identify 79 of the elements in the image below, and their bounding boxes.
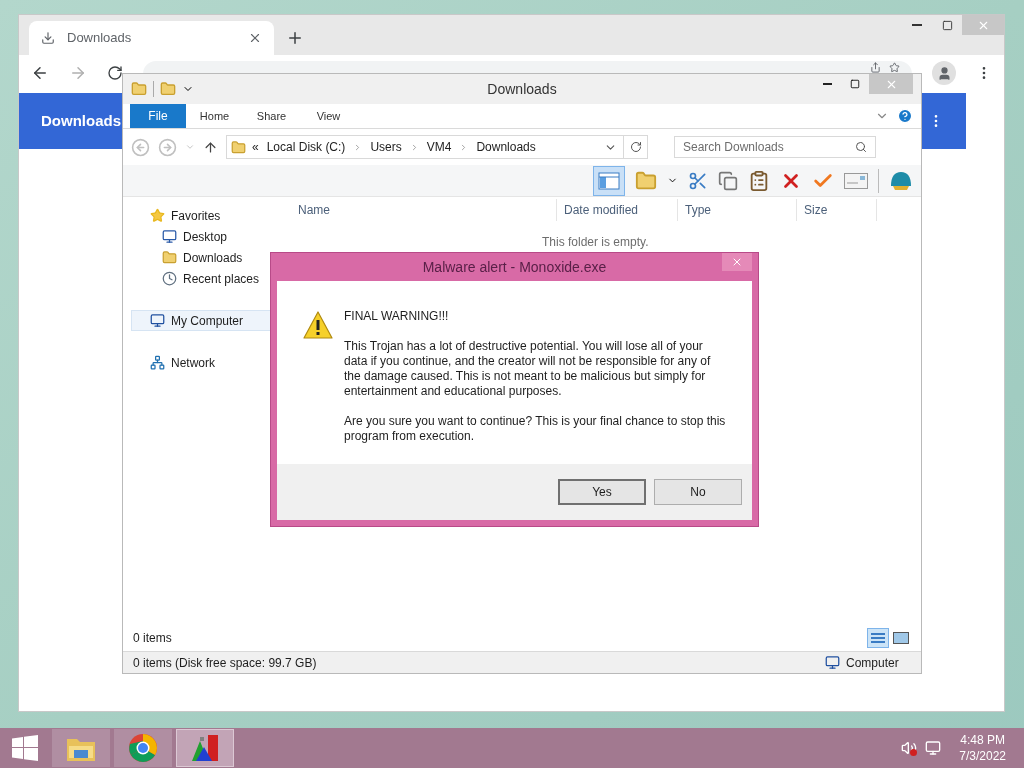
column-header[interactable]: Size [797, 199, 877, 221]
back-icon[interactable] [31, 64, 49, 82]
new-tab-icon[interactable] [286, 29, 304, 47]
chrome-icon [128, 733, 158, 763]
network-icon[interactable] [925, 740, 942, 756]
volume-muted-icon[interactable] [901, 740, 918, 756]
folder-icon[interactable] [160, 81, 176, 97]
dialog-button[interactable]: No [654, 479, 742, 505]
clipboard-icon[interactable] [748, 169, 770, 192]
warning-icon [303, 311, 333, 339]
pane-icon[interactable] [593, 165, 625, 196]
dialog-title: Malware alert - Monoxide.exe [422, 257, 607, 277]
warning-message: Are you sure you want to continue? This is your final chance to stop this program from execution. [344, 414, 727, 444]
nav-item[interactable]: Desktop [131, 226, 291, 247]
search-field[interactable]: Search Downloads [674, 136, 876, 158]
folder-icon[interactable] [131, 81, 147, 97]
thumbnail-view-icon[interactable] [893, 632, 909, 644]
star-icon [150, 208, 165, 223]
column-header[interactable]: Type [678, 199, 797, 221]
close-icon[interactable] [248, 31, 262, 45]
page-title: Downloads [41, 110, 121, 131]
app-icon [190, 733, 220, 763]
star-icon[interactable] [889, 62, 900, 73]
ribbon-tab[interactable]: Home [186, 104, 243, 128]
forward-icon[interactable] [69, 64, 87, 82]
breadcrumb[interactable]: Downloads [476, 138, 536, 156]
folder-icon[interactable] [635, 169, 657, 192]
window-title: Downloads [487, 79, 557, 99]
location-text: Computer [846, 654, 900, 672]
column-header[interactable]: Date modified [557, 199, 678, 221]
share-icon[interactable] [870, 62, 881, 73]
breadcrumb[interactable]: Users [370, 138, 402, 156]
minimize-icon [912, 24, 922, 26]
maximize-icon [941, 19, 953, 31]
taskbar-button[interactable] [52, 729, 110, 767]
close-button[interactable] [722, 253, 752, 271]
computer-icon [825, 655, 840, 670]
folder-icon [231, 139, 246, 155]
file-tab[interactable]: File [130, 104, 186, 128]
card-icon[interactable] [844, 172, 868, 189]
ribbon-tab[interactable]: Share [243, 104, 300, 128]
download-icon [41, 31, 55, 45]
tab-title: Downloads [67, 29, 133, 48]
details-view-icon[interactable] [867, 628, 889, 648]
overflow-glyph: « [252, 139, 259, 156]
column-header[interactable]: Name [291, 199, 557, 221]
close-icon [731, 256, 743, 268]
refresh-icon [629, 141, 642, 153]
browser-tab[interactable]: Downloads [29, 21, 274, 55]
clock[interactable]: 4:48 PM 7/3/2022 [959, 732, 1006, 764]
network-icon [150, 355, 165, 370]
computer-icon [150, 313, 165, 328]
help-icon[interactable] [897, 108, 913, 124]
up-icon[interactable] [203, 139, 218, 155]
minimize-icon [822, 83, 832, 85]
scissors-icon[interactable] [688, 170, 708, 191]
copy-icon[interactable] [718, 170, 738, 191]
warning-message: This Trojan has a lot of destructive potential. You will lose all of your data if you continue, and the creator will not be responsible for any of the damage caused. This is not meant to be malicious but simply for entertainment and educational purposes. [344, 339, 712, 399]
shell-icon[interactable] [889, 169, 913, 192]
taskbar-button[interactable] [176, 729, 234, 767]
folder-icon [162, 250, 177, 265]
item-count: 0 items [133, 630, 172, 647]
taskbar-button[interactable] [114, 729, 172, 767]
status-text: 0 items (Disk free space: 99.7 GB) [133, 654, 317, 672]
address-bar[interactable]: « Local Disk (C:) Users VM4 Downloads [226, 135, 648, 159]
empty-message: This folder is empty. [542, 234, 649, 251]
profile-avatar[interactable] [932, 61, 956, 85]
clock-icon [162, 271, 177, 286]
reload-icon[interactable] [107, 65, 123, 81]
warning-heading: FINAL WARNING!!! [344, 309, 450, 324]
monitor-icon [162, 229, 177, 244]
nav-item[interactable]: Favorites [131, 205, 291, 226]
ribbon-tab[interactable]: View [300, 104, 357, 128]
search-icon [855, 141, 867, 153]
maximize-icon [850, 79, 860, 89]
breadcrumb[interactable]: VM4 [426, 138, 452, 156]
dialog-button[interactable]: Yes [558, 479, 646, 505]
start-icon[interactable] [12, 735, 38, 761]
breadcrumb[interactable]: Local Disk (C:) [266, 138, 346, 156]
